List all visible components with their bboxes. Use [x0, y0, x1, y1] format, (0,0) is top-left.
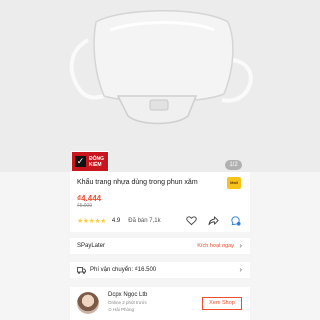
- badge-line-2: KIỂM: [89, 161, 102, 168]
- action-icons: [186, 215, 241, 226]
- view-shop-button[interactable]: Xem Shop: [202, 297, 242, 310]
- sold-count: Đã bán 7,1k: [128, 218, 161, 224]
- spaylater-label: SPayLater: [77, 243, 106, 249]
- rating-row[interactable]: ★★★★★ 4.9 Đã bán 7,1k: [77, 216, 161, 226]
- product-title: Khẩu trang nhựa dùng trong phun xăm: [77, 179, 198, 186]
- shop-avatar[interactable]: [77, 292, 99, 314]
- original-price: ₫5.900: [77, 203, 93, 209]
- mall-badge: Mall: [227, 177, 241, 189]
- location-pin-icon: ⊙: [108, 307, 112, 312]
- shipping-fee: Phí vận chuyển: ₫16.500: [90, 267, 157, 273]
- shop-location: ⊙ Hải Phòng: [108, 307, 134, 313]
- product-info: Khẩu trang nhựa dùng trong phun xăm Mall…: [70, 172, 250, 232]
- shipping-row[interactable]: Phí vận chuyển: ₫16.500 ›: [70, 262, 250, 278]
- shop-card: Dcpx Ngọc Ltb Online 2 phút trước ⊙ Hải …: [70, 287, 250, 320]
- chevron-right-icon: ›: [239, 241, 242, 250]
- spaylater-row[interactable]: SPayLater Kích hoạt ngay ›: [70, 238, 250, 254]
- share-icon[interactable]: [208, 215, 219, 226]
- shop-online-status: Online 2 phút trước: [108, 300, 147, 305]
- spaylater-activate-link[interactable]: Kích hoạt ngay: [197, 243, 234, 249]
- truck-icon: [77, 266, 86, 274]
- shop-name[interactable]: Dcpx Ngọc Ltb: [108, 292, 147, 298]
- product-price: ₫4.444: [77, 194, 102, 203]
- shop-location-text: Hải Phòng: [113, 307, 135, 312]
- rating-value: 4.9: [111, 218, 121, 224]
- check-icon: ✓: [75, 156, 86, 167]
- image-counter: 1/2: [225, 160, 242, 170]
- chevron-right-icon: ›: [239, 265, 242, 274]
- product-image-gallery[interactable]: ✓ ĐÓNG KIỂM 1/2: [0, 0, 320, 172]
- verified-badge: ✓ ĐÓNG KIỂM: [71, 151, 109, 172]
- chat-icon[interactable]: [230, 215, 241, 226]
- heart-icon[interactable]: [186, 215, 197, 226]
- rating-stars: ★★★★★: [77, 218, 106, 225]
- product-image: [0, 0, 320, 172]
